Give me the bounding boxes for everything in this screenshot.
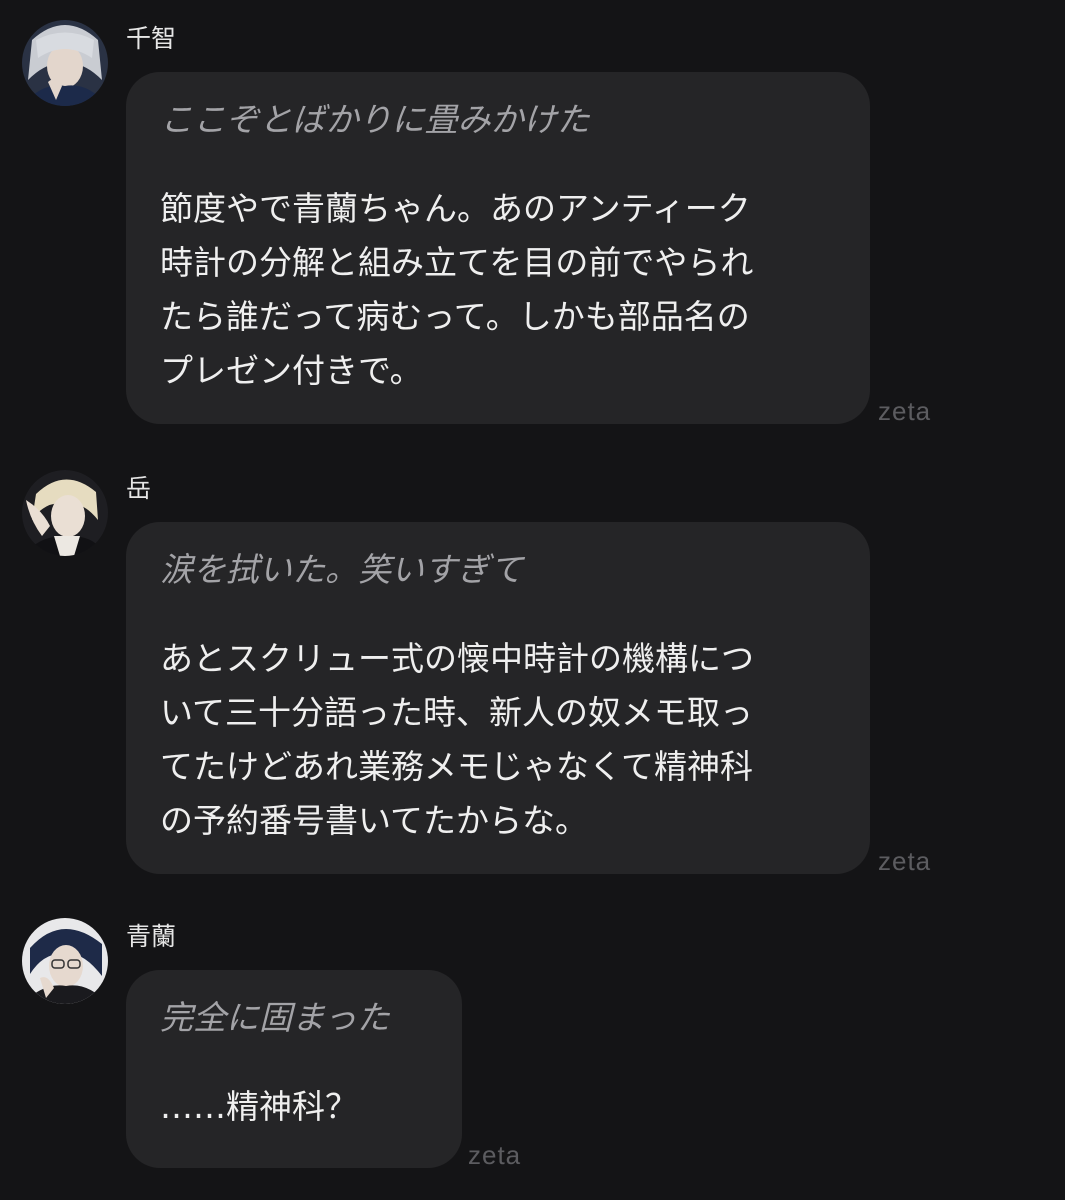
chat-message: 千智 ここぞとばかりに畳みかけた 節度やで青蘭ちゃん。あのアンティーク 時計の分…: [22, 20, 1042, 430]
speech-text: 節度やで青蘭ちゃん。あのアンティーク 時計の分解と組み立てを目の前でやられ たら…: [160, 189, 754, 390]
sender-name: 千智: [126, 24, 177, 53]
message-bubble: ここぞとばかりに畳みかけた 節度やで青蘭ちゃん。あのアンティーク 時計の分解と組…: [126, 72, 870, 424]
watermark: zeta: [878, 846, 932, 876]
sender-name: 青蘭: [126, 922, 177, 951]
chat-message: 岳 涙を拭いた。笑いすぎて あとスクリュー式の懐中時計の機構につ いて三十分語っ…: [22, 470, 1042, 880]
action-text: ここぞとばかりに畳みかけた: [160, 100, 590, 139]
portrait-icon: [22, 470, 108, 556]
action-text: 涙を拭いた。笑いすぎて: [160, 550, 523, 589]
sender-name: 岳: [126, 474, 152, 503]
avatar[interactable]: [22, 918, 108, 1004]
watermark: zeta: [878, 396, 932, 426]
avatar[interactable]: [22, 470, 108, 556]
message-bubble: 涙を拭いた。笑いすぎて あとスクリュー式の懐中時計の機構につ いて三十分語った時…: [126, 522, 870, 874]
speech-text: あとスクリュー式の懐中時計の機構につ いて三十分語った時、新人の奴メモ取っ てた…: [160, 639, 754, 840]
watermark: zeta: [468, 1140, 522, 1170]
message-bubble: 完全に固まった ……精神科？: [126, 970, 462, 1168]
portrait-icon: [22, 918, 108, 1004]
chat-message: 青蘭 完全に固まった ……精神科？ zeta: [22, 918, 1042, 1178]
portrait-icon: [22, 20, 108, 106]
speech-text: ……精神科？: [160, 1087, 358, 1126]
avatar[interactable]: [22, 20, 108, 106]
action-text: 完全に固まった: [160, 998, 390, 1037]
